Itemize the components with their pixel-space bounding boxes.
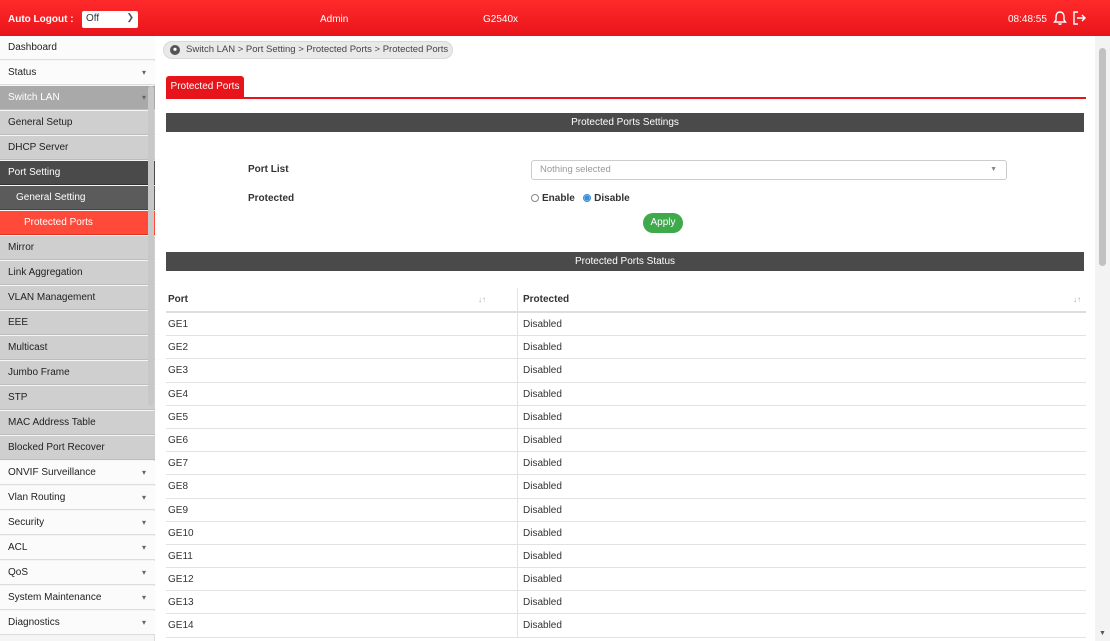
sort-icon[interactable]: ↓↑ bbox=[478, 288, 486, 311]
sidebar-item-port-setting[interactable]: Port Setting bbox=[0, 161, 155, 185]
sidebar-item-mac-address-table[interactable]: MAC Address Table bbox=[0, 411, 155, 435]
device-model: G2540x bbox=[483, 14, 519, 25]
table-row: GE7 Disabled bbox=[166, 452, 1086, 476]
table-row: GE11 Disabled bbox=[166, 545, 1086, 569]
logout-icon[interactable] bbox=[1072, 10, 1086, 26]
sidebar-item-blocked-port-recover[interactable]: Blocked Port Recover bbox=[0, 436, 155, 460]
sidebar-item-onvif-surveillance[interactable]: ONVIF Surveillance ▾ bbox=[0, 461, 155, 485]
port-list-placeholder: Nothing selected bbox=[540, 164, 611, 175]
table-row: GE6 Disabled bbox=[166, 429, 1086, 453]
sidebar-item-vlan-management[interactable]: VLAN Management bbox=[0, 286, 155, 310]
auto-logout-label: Auto Logout : bbox=[8, 14, 74, 25]
sidebar-item-stp[interactable]: STP bbox=[0, 386, 155, 410]
chevron-down-icon: ▾ bbox=[141, 518, 146, 527]
protected-radio-group: Enable Disable bbox=[531, 193, 630, 204]
chevron-down-icon: ▾ bbox=[141, 543, 146, 552]
chevron-down-icon: ▾ bbox=[141, 568, 146, 577]
table-row: GE14 Disabled bbox=[166, 614, 1086, 638]
top-bar: Auto Logout : Off ❯ Admin G2540x 08:48:5… bbox=[0, 0, 1110, 36]
chevron-down-icon: ▾ bbox=[141, 593, 146, 602]
sidebar-item-qos[interactable]: QoS ▾ bbox=[0, 561, 155, 585]
table-row: GE5 Disabled bbox=[166, 406, 1086, 429]
sidebar-item-dashboard[interactable]: Dashboard bbox=[0, 36, 155, 60]
auto-logout-value: Off bbox=[86, 13, 100, 24]
table-row: GE4 Disabled bbox=[166, 383, 1086, 406]
sidebar-item-dhcp-server[interactable]: DHCP Server bbox=[0, 136, 155, 160]
bell-icon[interactable] bbox=[1053, 10, 1067, 26]
sidebar-item-status[interactable]: Status ▾ bbox=[0, 61, 155, 85]
clock: 08:48:55 bbox=[1008, 14, 1047, 25]
table-row: GE8 Disabled bbox=[166, 475, 1086, 499]
tab-protected-ports[interactable]: Protected Ports bbox=[166, 76, 244, 98]
radio-on-icon bbox=[583, 194, 592, 202]
status-section-header: Protected Ports Status bbox=[166, 252, 1084, 271]
sidebar-item-diagnostics[interactable]: Diagnostics ▾ bbox=[0, 611, 155, 635]
chevron-down-icon: ▾ bbox=[141, 93, 146, 102]
user-name: Admin bbox=[320, 14, 349, 25]
disable-radio[interactable]: Disable bbox=[583, 193, 630, 204]
table-row: GE1 Disabled bbox=[166, 313, 1086, 337]
sidebar-item-protected-ports[interactable]: Protected Ports bbox=[0, 211, 155, 235]
sidebar-item-system-maintenance[interactable]: System Maintenance ▾ bbox=[0, 586, 155, 610]
sidebar-item-mirror[interactable]: Mirror bbox=[0, 236, 155, 260]
protected-ports-table: Port ↓↑ Protected ↓↑ GE1 Disabled GE2 Disa… bbox=[166, 288, 1086, 638]
sidebar-item-general-setting[interactable]: General Setting bbox=[0, 186, 155, 210]
chevron-down-icon: ▾ bbox=[141, 493, 146, 502]
sidebar-item-jumbo-frame[interactable]: Jumbo Frame bbox=[0, 361, 155, 385]
breadcrumb: Switch LAN > Port Setting > Protected Po… bbox=[163, 41, 453, 59]
table-row: GE2 Disabled bbox=[166, 336, 1086, 360]
protected-label: Protected bbox=[248, 193, 295, 204]
table-header: Port ↓↑ Protected ↓↑ bbox=[166, 288, 1086, 313]
table-row: GE13 Disabled bbox=[166, 591, 1086, 615]
chevron-down-icon: ▾ bbox=[141, 68, 146, 77]
chevron-down-icon: ▾ bbox=[141, 618, 146, 627]
sidebar-item-link-aggregation[interactable]: Link Aggregation bbox=[0, 261, 155, 285]
caret-down-icon: ▼ bbox=[990, 166, 997, 173]
column-header-protected[interactable]: Protected ↓↑ bbox=[523, 288, 1081, 313]
column-header-port[interactable]: Port ↓↑ bbox=[168, 288, 486, 313]
sidebar-scrollbar[interactable] bbox=[148, 86, 154, 406]
port-list-select[interactable]: Nothing selected ▼ bbox=[531, 160, 1007, 180]
table-row: GE9 Disabled bbox=[166, 499, 1086, 522]
settings-section-header: Protected Ports Settings bbox=[166, 113, 1084, 132]
port-list-label: Port List bbox=[248, 164, 289, 175]
sidebar-item-switch-lan[interactable]: Switch LAN ▾ bbox=[0, 86, 155, 110]
tab-underline bbox=[166, 97, 1086, 99]
sidebar-item-security[interactable]: Security ▾ bbox=[0, 511, 155, 535]
table-row: GE3 Disabled bbox=[166, 359, 1086, 383]
scrollbar-thumb[interactable] bbox=[1099, 48, 1106, 266]
chevron-down-icon: ▾ bbox=[141, 468, 146, 477]
sidebar-item-acl[interactable]: ACL ▾ bbox=[0, 536, 155, 560]
page-scrollbar[interactable]: ▼ bbox=[1095, 36, 1110, 641]
sidebar-item-multicast[interactable]: Multicast bbox=[0, 336, 155, 360]
location-pin-icon bbox=[170, 45, 180, 55]
sidebar-item-general-setup[interactable]: General Setup bbox=[0, 111, 155, 135]
radio-off-icon bbox=[531, 194, 539, 202]
auto-logout-select[interactable]: Off ❯ bbox=[82, 11, 138, 28]
sidebar-item-eee[interactable]: EEE bbox=[0, 311, 155, 335]
sidebar-item-vlan-routing[interactable]: Vlan Routing ▾ bbox=[0, 486, 155, 510]
breadcrumb-text: Switch LAN > Port Setting > Protected Po… bbox=[186, 44, 449, 55]
scroll-down-icon[interactable]: ▼ bbox=[1099, 630, 1106, 637]
table-row: GE12 Disabled bbox=[166, 568, 1086, 592]
chevron-down-icon: ❯ bbox=[126, 12, 134, 22]
apply-button[interactable]: Apply bbox=[643, 213, 683, 233]
sort-icon[interactable]: ↓↑ bbox=[1073, 288, 1081, 311]
sidebar: Dashboard Status ▾ Switch LAN ▾ General Se… bbox=[0, 36, 155, 641]
enable-radio[interactable]: Enable bbox=[531, 193, 575, 204]
table-row: GE10 Disabled bbox=[166, 522, 1086, 545]
